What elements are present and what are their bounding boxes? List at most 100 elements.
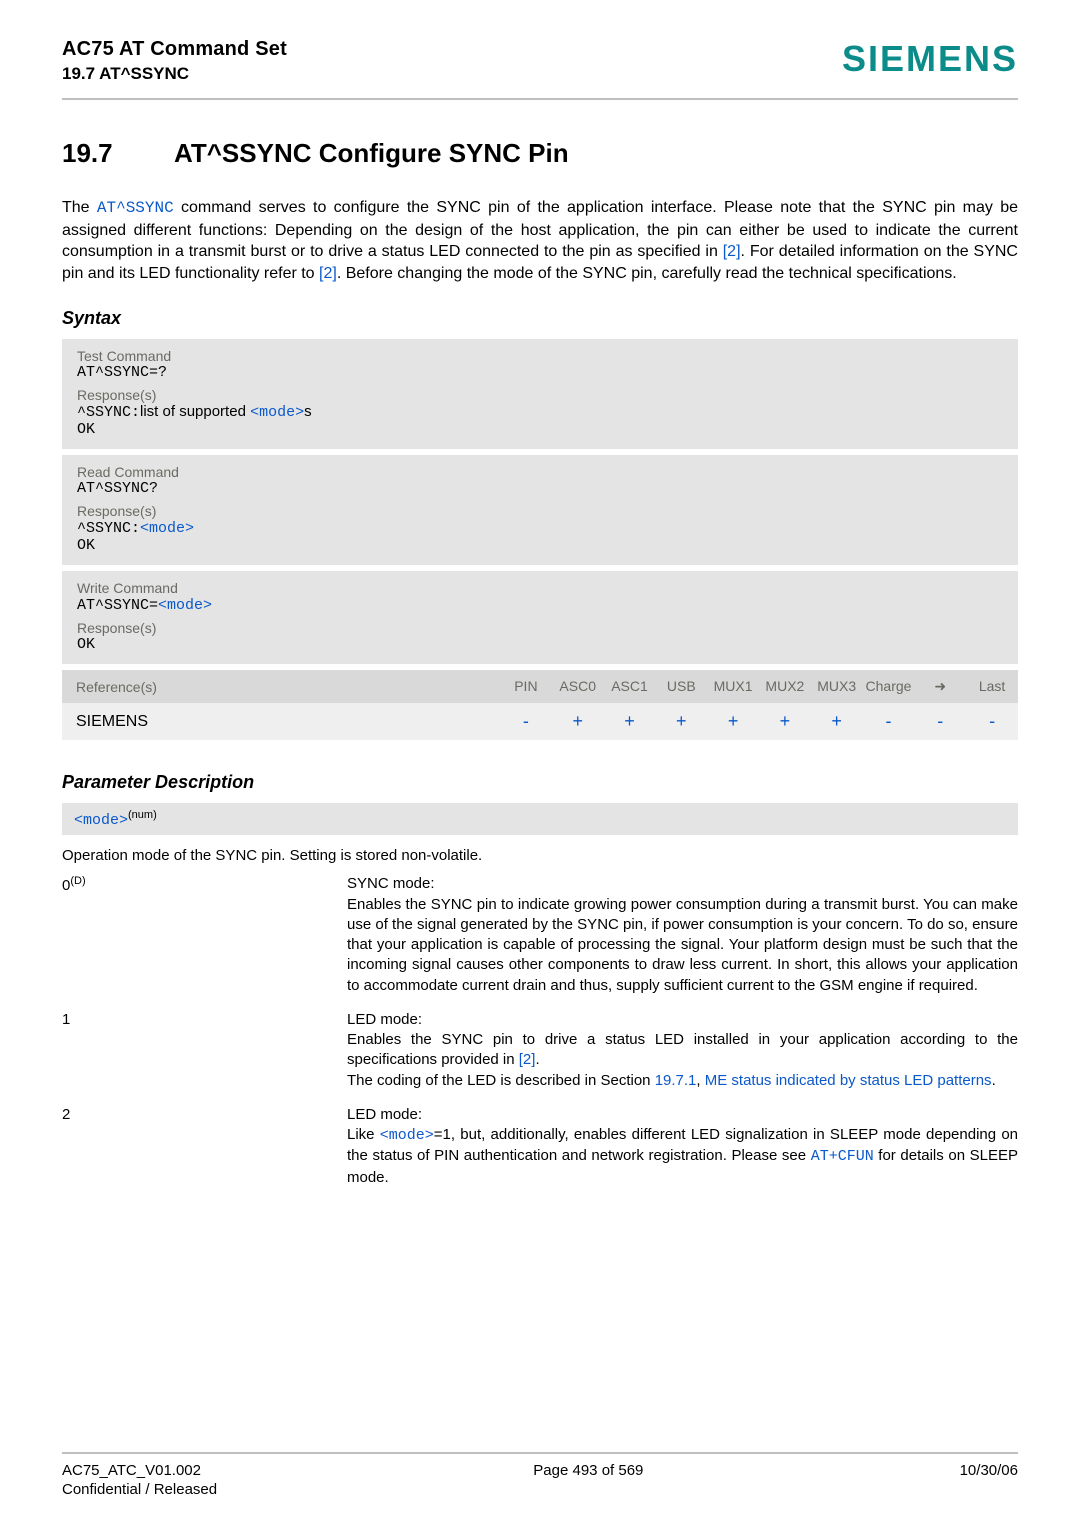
ref-value: -: [863, 703, 915, 740]
ref-link[interactable]: [2]: [723, 243, 741, 260]
ref-link[interactable]: [2]: [319, 265, 337, 282]
ref-value: +: [759, 703, 811, 740]
param-body: ,: [696, 1072, 704, 1089]
ref-value: +: [552, 703, 604, 740]
resp-ok: OK: [77, 636, 1003, 653]
resp-mode: <mode>: [140, 520, 194, 537]
reference-header-cells: PIN ASC0 ASC1 USB MUX1 MUX2 MUX3 Charge …: [500, 670, 1018, 703]
footer-date: 10/30/06: [960, 1462, 1018, 1479]
resp-text: list of supported: [140, 403, 250, 420]
col-header: MUX2: [759, 670, 811, 703]
cmd-link[interactable]: AT+CFUN: [811, 1148, 874, 1165]
resp-ok: OK: [77, 537, 1003, 554]
test-response: ^SSYNC:list of supported <mode>s: [77, 403, 1003, 421]
panel-read-command: Read Command AT^SSYNC? Response(s) ^SSYN…: [62, 455, 1018, 565]
footer-doc-id: AC75_ATC_V01.002: [62, 1462, 217, 1479]
cmd-prefix: AT^SSYNC=: [77, 597, 158, 614]
param-key: 2: [62, 1105, 347, 1188]
ref-value: -: [914, 703, 966, 740]
col-header: ASC1: [604, 670, 656, 703]
operation-mode-line: Operation mode of the SYNC pin. Setting …: [62, 847, 1018, 864]
footer-right: 10/30/06: [960, 1462, 1018, 1498]
page-header: AC75 AT Command Set 19.7 AT^SSYNC SIEMEN…: [62, 38, 1018, 84]
footer-page: Page 493 of 569: [533, 1462, 643, 1479]
resp-ok: OK: [77, 421, 1003, 438]
col-header: Charge: [863, 670, 915, 703]
panel-caption: Response(s): [77, 387, 1003, 403]
doc-subsection: 19.7 AT^SSYNC: [62, 64, 287, 84]
footer-confidential: Confidential / Released: [62, 1481, 217, 1498]
reference-value-cells: - + + + + + + - - -: [500, 703, 1018, 740]
mode-bar: <mode>(num): [62, 803, 1018, 835]
panel-caption: Test Command: [77, 348, 1003, 364]
test-command: AT^SSYNC=?: [77, 364, 1003, 381]
cmd-mode: <mode>: [158, 597, 212, 614]
param-title: LED mode:: [347, 1106, 422, 1123]
param-value: LED mode: Like <mode>=1, but, additional…: [347, 1105, 1018, 1188]
param-body: Enables the SYNC pin to indicate growing…: [347, 896, 1018, 994]
brand-logo: SIEMENS: [842, 38, 1018, 80]
panel-caption: Response(s): [77, 620, 1003, 636]
intro-paragraph: The AT^SSYNC command serves to configure…: [62, 197, 1018, 284]
reference-header-row: Reference(s) PIN ASC0 ASC1 USB MUX1 MUX2…: [62, 670, 1018, 703]
param-row: 1 LED mode: Enables the SYNC pin to driv…: [62, 1010, 1018, 1091]
write-command: AT^SSYNC=<mode>: [77, 596, 1003, 614]
param-key: 1: [62, 1010, 347, 1091]
section-heading: AT^SSYNC Configure SYNC Pin: [174, 138, 569, 169]
param-body: .: [992, 1072, 996, 1089]
param-title: LED mode:: [347, 1011, 422, 1028]
col-header: MUX1: [707, 670, 759, 703]
parameter-heading: Parameter Description: [62, 772, 1018, 793]
ref-link[interactable]: [2]: [519, 1051, 536, 1068]
col-header: ASC0: [552, 670, 604, 703]
param-row: 0(D) SYNC mode: Enables the SYNC pin to …: [62, 874, 1018, 996]
header-left: AC75 AT Command Set 19.7 AT^SSYNC: [62, 38, 287, 84]
reference-label: Reference(s): [62, 671, 500, 703]
param-body: Like: [347, 1126, 380, 1143]
resp-mode: <mode>: [250, 404, 304, 421]
param-key-value: 1: [62, 1011, 70, 1028]
section-title: 19.7 AT^SSYNC Configure SYNC Pin: [62, 138, 1018, 169]
section-number: 19.7: [62, 138, 134, 169]
read-response: ^SSYNC:<mode>: [77, 519, 1003, 537]
intro-text: The: [62, 199, 97, 216]
param-value: SYNC mode: Enables the SYNC pin to indic…: [347, 874, 1018, 996]
section-link[interactable]: 19.7.1: [655, 1072, 697, 1089]
footer-center: Page 493 of 569: [533, 1462, 643, 1498]
ref-value: -: [966, 703, 1018, 740]
param-key-sup: (D): [70, 875, 85, 887]
col-header: Last: [966, 670, 1018, 703]
col-header: USB: [655, 670, 707, 703]
footer-left: AC75_ATC_V01.002 Confidential / Released: [62, 1462, 217, 1498]
read-command: AT^SSYNC?: [77, 480, 1003, 497]
page-footer: AC75_ATC_V01.002 Confidential / Released…: [62, 1452, 1018, 1498]
ref-value: +: [811, 703, 863, 740]
mode-ref: <mode>: [380, 1127, 434, 1144]
param-title: SYNC mode:: [347, 875, 435, 892]
intro-cmd: AT^SSYNC: [97, 199, 174, 217]
section-link[interactable]: ME status indicated by status LED patter…: [705, 1072, 992, 1089]
intro-text: . Before changing the mode of the SYNC p…: [337, 265, 957, 282]
panel-caption: Read Command: [77, 464, 1003, 480]
resp-prefix: ^SSYNC:: [77, 520, 140, 537]
panel-write-command: Write Command AT^SSYNC=<mode> Response(s…: [62, 571, 1018, 664]
mode-name: <mode>: [74, 812, 128, 829]
param-value: LED mode: Enables the SYNC pin to drive …: [347, 1010, 1018, 1091]
param-key: 0(D): [62, 874, 347, 996]
mode-sup: (num): [128, 809, 157, 821]
doc-title: AC75 AT Command Set: [62, 38, 287, 61]
reference-value-label: SIEMENS: [62, 705, 500, 739]
ref-value: +: [604, 703, 656, 740]
col-header: ➜: [914, 670, 966, 703]
ref-value: +: [655, 703, 707, 740]
param-body: Enables the SYNC pin to drive a status L…: [347, 1031, 1018, 1068]
param-row: 2 LED mode: Like <mode>=1, but, addition…: [62, 1105, 1018, 1188]
header-divider: [62, 98, 1018, 100]
panel-test-command: Test Command AT^SSYNC=? Response(s) ^SSY…: [62, 339, 1018, 449]
param-key-value: 2: [62, 1106, 70, 1123]
syntax-heading: Syntax: [62, 308, 1018, 329]
ref-value: +: [707, 703, 759, 740]
reference-value-row: SIEMENS - + + + + + + - - -: [62, 703, 1018, 740]
reference-table: Reference(s) PIN ASC0 ASC1 USB MUX1 MUX2…: [62, 670, 1018, 740]
col-header: MUX3: [811, 670, 863, 703]
